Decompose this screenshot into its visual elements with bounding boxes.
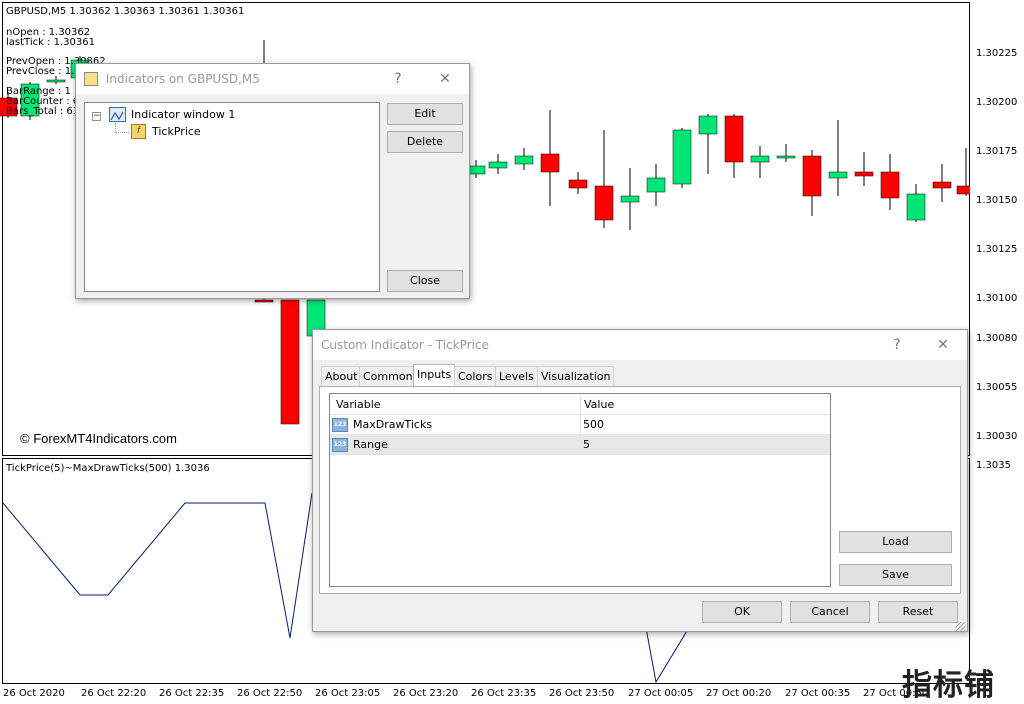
tree-collapse-icon[interactable]: − [92,112,101,121]
custom-dialog-titlebar[interactable]: Custom Indicator - TickPrice [313,330,967,360]
time-label: 27 Oct 00:20 [706,688,772,699]
row-value[interactable]: 500 [583,418,604,431]
indicator-label: TickPrice(5)~MaxDrawTicks(500) 1.3036 [6,463,210,474]
delete-button[interactable]: Delete [387,131,463,153]
time-label: 26 Oct 23:20 [393,688,459,699]
col-header-value[interactable]: Value [584,398,614,411]
close-icon[interactable]: ✕ [931,330,955,360]
resize-grip[interactable] [956,622,965,631]
candle-body [776,155,796,159]
load-button[interactable]: Load [839,531,952,553]
candle-body [594,185,614,221]
row-variable: Range [353,438,388,451]
time-label: 26 Oct 22:35 [159,688,225,699]
candle-body [254,299,274,303]
candle-body [854,171,874,177]
candle-body [906,193,926,221]
time-label: 27 Oct 00:05 [628,688,694,699]
indicators-dialog: Indicators on GBPUSD,M5 ? ✕ − Indicator … [75,63,470,299]
time-label: 27 Oct 00:35 [785,688,851,699]
tab-inputs[interactable]: Inputs [413,364,456,387]
time-label: 26 Oct 22:20 [81,688,147,699]
candle-body [932,181,952,189]
price-label: 1.30100 [976,293,1018,304]
cancel-button[interactable]: Cancel [790,601,870,623]
col-header-variable[interactable]: Variable [336,398,381,411]
price-label: 1.30150 [976,195,1018,206]
candle-body [828,171,848,179]
candle-body [514,155,534,165]
tab-colors[interactable]: Colors [454,366,497,386]
price-label: 1.30175 [976,146,1018,157]
number-123-icon: 123 [332,438,348,452]
candle-body [620,195,640,203]
time-label: 26 Oct 22:50 [237,688,303,699]
tickprice-indicator-icon: f [131,124,146,139]
info-line-prevclose: PrevClose : 1.3 [6,66,81,77]
close-button[interactable]: Close [387,270,463,292]
indicators-dialog-titlebar[interactable]: Indicators on GBPUSD,M5 [76,64,469,94]
ok-button[interactable]: OK [702,601,782,623]
table-row[interactable]: 123 Range 5 [330,435,830,455]
save-button[interactable]: Save [839,564,952,586]
time-label: 26 Oct 23:50 [549,688,615,699]
tab-visualization[interactable]: Visualization [537,366,615,386]
info-line-lasttick: lastTick : 1.30361 [6,37,95,48]
price-label: 1.30200 [976,97,1018,108]
candle-body [540,153,560,173]
candle-body [46,79,66,83]
watermark-text: © ForexMT4Indicators.com [20,431,177,446]
candle-body [646,177,666,193]
price-label: 1.30225 [976,48,1018,59]
candle-body [724,115,744,163]
row-value[interactable]: 5 [583,438,590,451]
candle-body [280,299,300,425]
tickprice-line-segment [645,625,691,684]
candle-body [880,171,900,199]
price-label: 1.30055 [976,382,1018,393]
tree-window-label[interactable]: Indicator window 1 [131,108,235,121]
time-label: 26 Oct 2020 [3,688,65,699]
edit-button[interactable]: Edit [387,103,463,125]
candle-body [802,155,822,197]
reset-button[interactable]: Reset [878,601,958,623]
close-icon[interactable]: ✕ [434,64,456,94]
candle-body [488,161,508,169]
mt4-terminal: GBPUSD,M5 1.30362 1.30363 1.30361 1.3036… [0,0,1024,704]
tree-item-label[interactable]: TickPrice [152,125,201,138]
number-123-icon: 123 [332,418,348,432]
price-label: 1.30125 [976,244,1018,255]
help-button[interactable]: ? [887,330,907,360]
tab-about[interactable]: About [321,366,362,386]
help-button[interactable]: ? [388,64,408,94]
tree-connector [115,123,129,133]
corner-watermark-logo: 指标铺 [902,668,995,703]
indicator-axis-label: 1.3035 [976,460,1011,471]
inputs-grid[interactable]: Variable Value 123 MaxDrawTicks 500 123 … [329,393,831,587]
table-row[interactable]: 123 MaxDrawTicks 500 [330,415,830,435]
candle-body [568,179,588,189]
custom-dialog-title: Custom Indicator - TickPrice [321,338,489,352]
candle-body [672,129,692,185]
row-variable: MaxDrawTicks [353,418,433,431]
tickprice-line [2,492,313,639]
indicators-dialog-title: Indicators on GBPUSD,M5 [105,72,260,86]
time-label: 26 Oct 23:05 [315,688,381,699]
indicator-tree[interactable]: − Indicator window 1 f TickPrice [84,102,380,292]
price-label: 1.30030 [976,431,1018,442]
symbol-line: GBPUSD,M5 1.30362 1.30363 1.30361 1.3036… [6,6,245,17]
time-label: 26 Oct 23:35 [471,688,537,699]
price-label: 1.30080 [976,333,1018,344]
candle-body [956,185,970,195]
candle-body [698,115,718,135]
indicators-dialog-icon [84,71,98,86]
tab-levels[interactable]: Levels [495,366,538,386]
indicator-window-icon [109,107,126,122]
tab-common[interactable]: Common [359,366,417,386]
candle-body [750,155,770,163]
info-line-barstotal: Bars_Total : 63 [6,106,80,117]
